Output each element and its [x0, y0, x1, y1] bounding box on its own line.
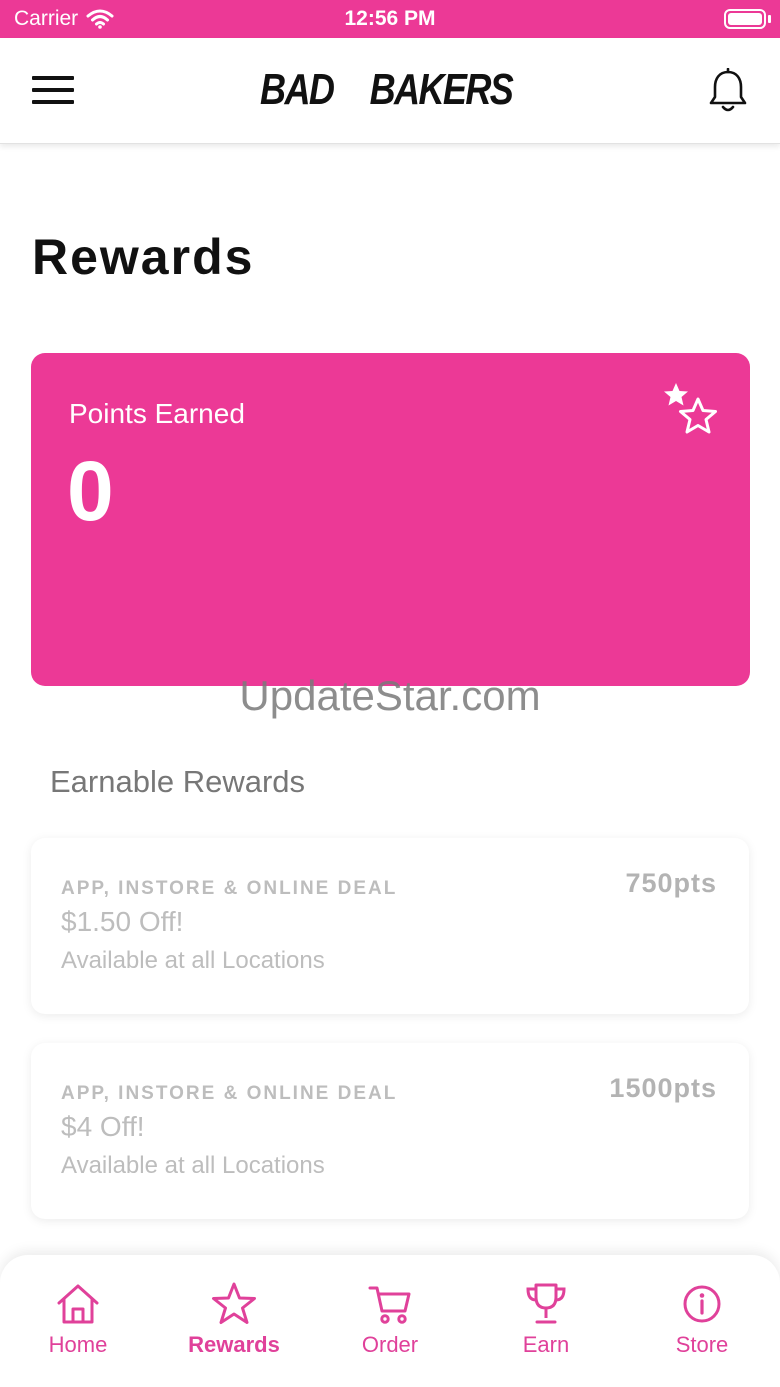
reward-category: APP, INSTORE & ONLINE DEAL — [61, 1083, 398, 1104]
status-time: 12:56 PM — [344, 7, 436, 30]
logo-text-right: BAKERS — [369, 65, 513, 114]
tab-rewards[interactable]: Rewards — [156, 1255, 312, 1387]
hamburger-icon-line — [32, 100, 74, 104]
reward-category: APP, INSTORE & ONLINE DEAL — [61, 878, 398, 899]
reward-points: 1500pts — [609, 1073, 717, 1103]
star-icon — [212, 1282, 256, 1324]
home-icon — [57, 1284, 99, 1324]
info-icon — [683, 1285, 721, 1323]
reward-name: $4 Off! — [61, 1111, 145, 1142]
tab-home[interactable]: Home — [0, 1255, 156, 1387]
tab-earn[interactable]: Earn — [468, 1255, 624, 1387]
reward-availability: Available at all Locations — [61, 947, 325, 974]
status-bar: Carrier 12:56 PM — [0, 0, 780, 38]
reward-card[interactable]: APP, INSTORE & ONLINE DEAL $4 Off! Avail… — [31, 1043, 749, 1219]
hamburger-icon-line — [32, 76, 74, 80]
trophy-icon — [526, 1283, 566, 1324]
logo-text-left: BAD — [260, 65, 335, 114]
tab-store-label: Store — [675, 1332, 729, 1357]
watermark-text: UpdateStar.com — [239, 672, 541, 719]
tab-order-label: Order — [361, 1332, 419, 1357]
menu-button[interactable] — [32, 76, 74, 106]
brand-logo: BAD BAKERS — [260, 52, 513, 128]
page-title: Rewards — [32, 229, 255, 285]
points-value: 0 — [67, 444, 114, 538]
stars-icon — [664, 383, 717, 434]
battery-icon — [724, 9, 766, 29]
tab-home-label: Home — [48, 1332, 108, 1357]
tab-bar: Home Rewards Order Earn Store — [0, 1255, 780, 1387]
tab-order[interactable]: Order — [312, 1255, 468, 1387]
reward-availability: Available at all Locations — [61, 1152, 325, 1179]
reward-points: 750pts — [625, 868, 717, 898]
reward-card[interactable]: APP, INSTORE & ONLINE DEAL $1.50 Off! Av… — [31, 838, 749, 1014]
navigation-bar: BAD BAKERS — [0, 38, 780, 144]
tab-earn-label: Earn — [522, 1332, 570, 1357]
points-label: Points Earned — [69, 398, 245, 429]
tab-rewards-label: Rewards — [188, 1332, 280, 1357]
battery-tip — [768, 15, 771, 23]
bell-icon — [709, 67, 747, 112]
reward-name: $1.50 Off! — [61, 906, 184, 937]
cart-icon — [368, 1286, 411, 1324]
points-card: Points Earned 0 — [31, 353, 750, 686]
notifications-button[interactable] — [708, 67, 748, 114]
hamburger-icon-line — [32, 88, 74, 92]
tab-store[interactable]: Store — [624, 1255, 780, 1387]
earnable-rewards-heading: Earnable Rewards — [50, 764, 306, 799]
